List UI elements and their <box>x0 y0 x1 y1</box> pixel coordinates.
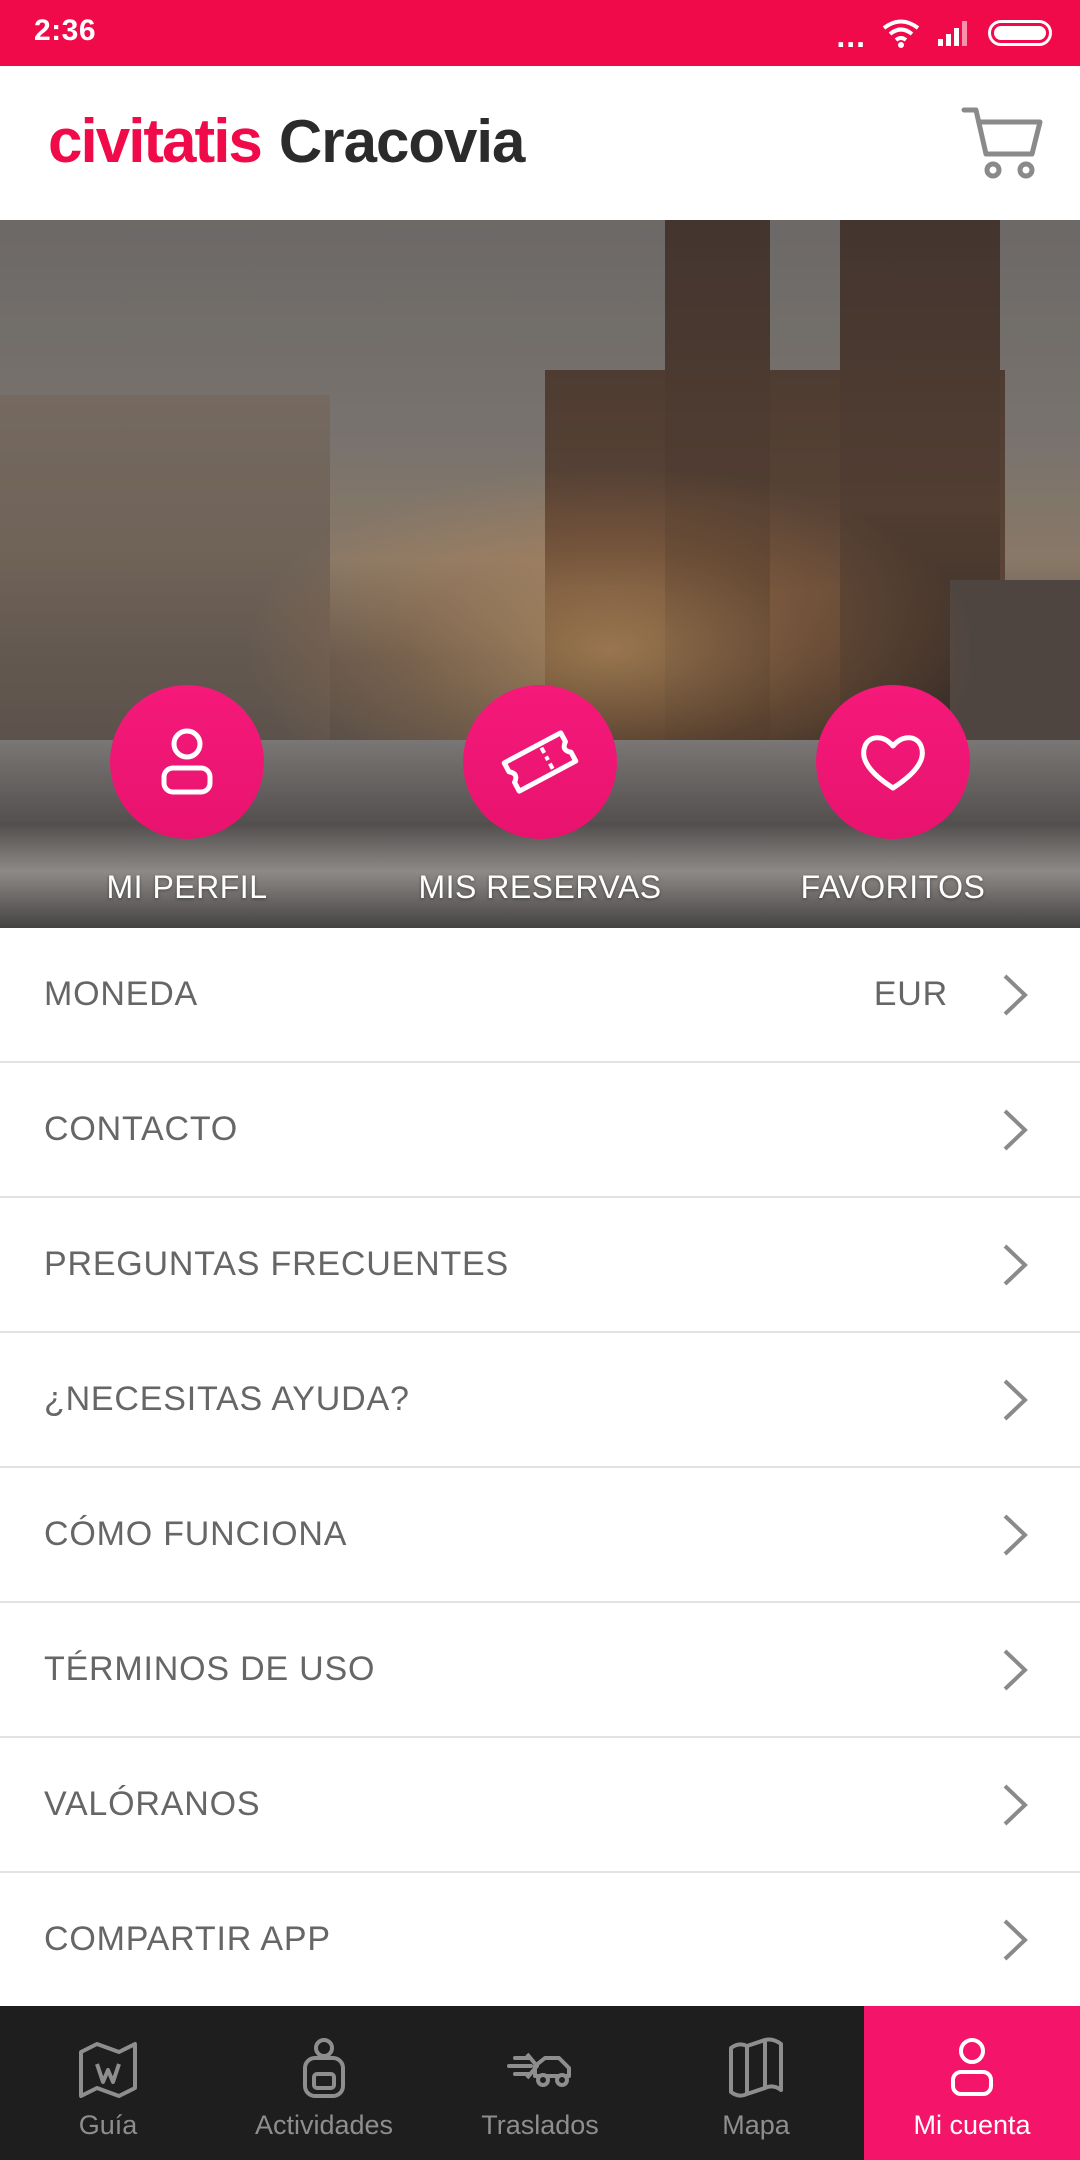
my-profile-button[interactable]: MI PERFIL <box>37 685 337 906</box>
status-time: 2:36 <box>34 14 97 47</box>
user-icon <box>161 728 213 795</box>
nav-tab-my-account[interactable]: Mi cuenta <box>864 2006 1080 2160</box>
my-profile-label: MI PERFIL <box>106 869 268 905</box>
chevron-right-icon <box>1003 1649 1028 1691</box>
heart-icon <box>861 735 925 791</box>
nav-label: Guía <box>78 2110 138 2140</box>
menu-item-contact[interactable]: CONTACTO <box>0 1063 1080 1198</box>
status-bar: 2:36 ... <box>0 0 1080 66</box>
map-icon <box>729 2037 783 2098</box>
menu-item-how-it-works[interactable]: CÓMO FUNCIONA <box>0 1468 1080 1603</box>
menu-item-share-app[interactable]: COMPARTIR APP <box>0 1873 1080 2008</box>
chevron-right-icon <box>1003 1244 1028 1286</box>
menu-item-label: VALÓRANOS <box>44 1785 261 1823</box>
menu-item-currency[interactable]: MONEDA EUR <box>0 928 1080 1063</box>
status-icons: ... <box>836 14 1052 52</box>
currency-value: EUR <box>873 975 948 1013</box>
ticket-icon <box>501 730 579 794</box>
nav-label: Mapa <box>722 2110 790 2140</box>
chevron-right-icon <box>1003 1784 1028 1826</box>
signal-icon <box>938 21 967 46</box>
settings-menu: MONEDA EUR CONTACTO PREGUNTAS FRECUENTES… <box>0 928 1080 2008</box>
backpack-icon <box>303 2038 345 2098</box>
battery-icon <box>988 20 1052 46</box>
chevron-right-icon <box>1003 1514 1028 1556</box>
nav-label: Mi cuenta <box>913 2110 1031 2140</box>
wifi-icon <box>882 19 920 48</box>
nav-tab-guide[interactable]: Guía <box>0 2006 216 2160</box>
car-icon <box>507 2052 571 2087</box>
nav-label: Traslados <box>481 2110 599 2140</box>
nav-tab-map[interactable]: Mapa <box>648 2006 864 2160</box>
bottom-navigation: Guía Actividades Traslados Mapa Mi cuent… <box>0 2006 1080 2160</box>
menu-item-label: COMPARTIR APP <box>44 1920 331 1958</box>
notification-dots: ... <box>836 18 866 54</box>
brand: civitatis Cracovia <box>48 106 525 177</box>
user-icon <box>951 2038 993 2096</box>
my-bookings-label: MIS RESERVAS <box>418 869 662 905</box>
nav-label: Actividades <box>254 2110 394 2140</box>
nav-tab-activities[interactable]: Actividades <box>216 2006 432 2160</box>
favorites-label: FAVORITOS <box>800 869 986 905</box>
favorites-button[interactable]: FAVORITOS <box>743 685 1043 906</box>
chevron-right-icon <box>1003 1919 1028 1961</box>
cart-icon[interactable] <box>960 102 1046 182</box>
city-title: Cracovia <box>278 108 525 175</box>
menu-item-faq[interactable]: PREGUNTAS FRECUENTES <box>0 1198 1080 1333</box>
nav-tab-transfers[interactable]: Traslados <box>432 2006 648 2160</box>
map-pin-icon <box>79 2042 137 2098</box>
hero-banner: MI PERFIL MIS RESERVAS FAVORITOS <box>0 220 1080 928</box>
brand-logo: civitatis <box>48 107 263 176</box>
menu-item-label: CONTACTO <box>44 1110 239 1148</box>
menu-item-label: CÓMO FUNCIONA <box>44 1515 348 1553</box>
menu-item-label: MONEDA <box>44 975 199 1013</box>
menu-item-help[interactable]: ¿NECESITAS AYUDA? <box>0 1333 1080 1468</box>
menu-item-label: ¿NECESITAS AYUDA? <box>44 1380 410 1418</box>
chevron-right-icon <box>1003 1379 1028 1421</box>
app-header: civitatis Cracovia <box>0 66 1080 220</box>
chevron-right-icon <box>1003 974 1028 1016</box>
menu-item-label: TÉRMINOS DE USO <box>44 1650 376 1688</box>
menu-item-rate-us[interactable]: VALÓRANOS <box>0 1738 1080 1873</box>
chevron-right-icon <box>1003 1109 1028 1151</box>
menu-item-terms[interactable]: TÉRMINOS DE USO <box>0 1603 1080 1738</box>
menu-item-label: PREGUNTAS FRECUENTES <box>44 1245 509 1283</box>
my-bookings-button[interactable]: MIS RESERVAS <box>390 685 690 906</box>
